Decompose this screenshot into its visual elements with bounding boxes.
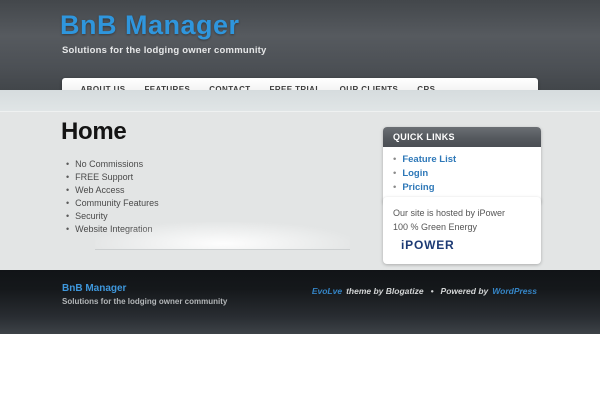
theme-name-link[interactable]: EvoLve — [312, 286, 342, 296]
hosting-box: Our site is hosted by iPower 100 % Green… — [383, 197, 541, 264]
link-pricing[interactable]: Pricing — [402, 182, 434, 193]
list-item: Login — [393, 167, 531, 181]
footer-site-title[interactable]: BnB Manager — [62, 283, 126, 294]
page: BnB Manager Solutions for the lodging ow… — [0, 0, 600, 400]
site-title[interactable]: BnB Manager — [60, 10, 240, 41]
list-item: FREE Support — [66, 171, 159, 184]
quick-links-title: QUICK LINKS — [383, 127, 541, 147]
list-item: Web Access — [66, 184, 159, 197]
list-item: Feature List — [393, 153, 531, 167]
hosting-line-2: 100 % Green Energy — [393, 222, 478, 232]
list-item: Pricing — [393, 181, 531, 195]
content-top-band — [0, 90, 600, 112]
list-item: No Commissions — [66, 158, 159, 171]
list-item: Community Features — [66, 197, 159, 210]
wordpress-link[interactable]: WordPress — [492, 286, 537, 296]
theme-credit-text: theme by Blogatize — [346, 286, 424, 296]
site-header: BnB Manager Solutions for the lodging ow… — [0, 0, 600, 90]
footer-credits: EvoLve theme by Blogatize • Powered by W… — [312, 286, 537, 296]
footer-tagline: Solutions for the lodging owner communit… — [62, 297, 228, 306]
site-tagline: Solutions for the lodging owner communit… — [62, 45, 267, 56]
quick-links-box: QUICK LINKS Feature List Login Pricing — [383, 127, 541, 204]
site-footer: BnB Manager Solutions for the lodging ow… — [0, 270, 600, 334]
powered-by-text: Powered by — [440, 286, 489, 296]
page-title: Home — [61, 118, 127, 145]
ipower-logo[interactable]: iPOWER — [401, 238, 454, 252]
quick-links-body: Feature List Login Pricing — [383, 147, 541, 204]
credit-separator: • — [430, 286, 434, 296]
content-area: Home No Commissions FREE Support Web Acc… — [0, 90, 600, 270]
content-divider-glow — [95, 222, 350, 250]
link-login[interactable]: Login — [402, 168, 428, 179]
hosting-line-1: Our site is hosted by iPower — [393, 208, 506, 218]
link-feature-list[interactable]: Feature List — [402, 154, 456, 165]
